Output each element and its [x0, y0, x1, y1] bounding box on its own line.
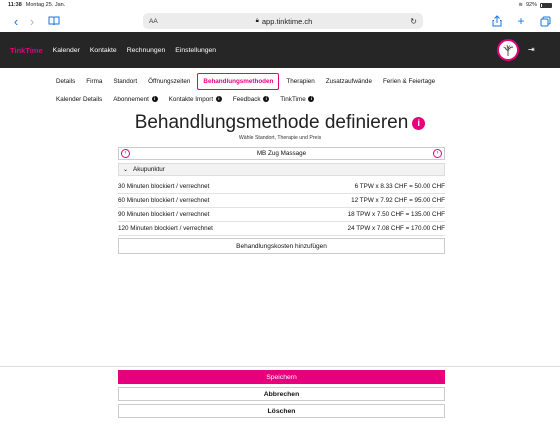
status-right: ≋ 92% — [518, 2, 552, 8]
delete-button[interactable]: Löschen — [118, 404, 445, 418]
status-date: Montag 25. Jan. — [25, 2, 66, 8]
info-icon: i — [215, 95, 222, 102]
page-title: Behandlungsmethode definieren i — [0, 112, 560, 134]
status-bar: 11:38 Montag 25. Jan. ≋ 92% — [0, 0, 560, 10]
add-treatment-cost-button[interactable]: Behandlungskosten hinzufügen — [118, 238, 445, 254]
tabs-icon[interactable] — [538, 14, 552, 28]
url-text: 🔒︎ app.tinktime.ch — [256, 17, 313, 26]
tab-firma[interactable]: Firma — [82, 75, 106, 88]
app-navbar: TinkTime Kalender Kontakte Rechnungen Ei… — [0, 32, 560, 68]
browser-actions: + — [490, 14, 552, 28]
price-row-label: 30 Minuten blockiert / verrechnet — [118, 183, 210, 190]
tab-kalender-details[interactable]: Kalender Details — [52, 93, 106, 106]
lock-icon: 🔒︎ — [255, 17, 259, 24]
tab-zusatzaufwaende[interactable]: Zusatzaufwände — [322, 75, 376, 88]
price-row-label: 60 Minuten blockiert / verrechnet — [118, 197, 210, 204]
cancel-button[interactable]: Abbrechen — [118, 387, 445, 401]
page-title-text: Behandlungsmethode definieren — [134, 112, 409, 133]
chevron-down-icon: ⌄ — [123, 167, 129, 173]
next-location-icon[interactable]: › — [433, 149, 442, 158]
nav-link-einstellungen[interactable]: Einstellungen — [175, 47, 216, 54]
settings-tabs-primary: Details Firma Standort Öffnungszeiten Be… — [0, 72, 560, 90]
category-label: Akupunktur — [133, 166, 165, 173]
price-row-label: 90 Minuten blockiert / verrechnet — [118, 211, 210, 218]
logout-icon[interactable]: ⇥ — [528, 45, 535, 54]
nav-link-kalender[interactable]: Kalender — [53, 47, 80, 54]
tree-avatar-icon[interactable] — [497, 39, 519, 61]
divider — [0, 366, 560, 367]
tab-tinktime-label: TinkTime — [280, 95, 306, 103]
chevron-right-icon[interactable]: › — [24, 13, 40, 29]
tab-details[interactable]: Details — [52, 75, 79, 88]
tab-ferien-feiertage[interactable]: Ferien & Feiertage — [379, 75, 439, 88]
wifi-icon: ≋ — [518, 2, 523, 8]
tab-kontakte-import[interactable]: Kontakte Import i — [165, 93, 226, 106]
tab-feedback[interactable]: Feedback i — [229, 93, 273, 106]
reload-icon[interactable]: ↻ — [410, 17, 417, 26]
battery-icon — [540, 2, 552, 8]
address-bar[interactable]: AA 🔒︎ app.tinktime.ch ↻ — [143, 13, 423, 29]
tab-therapien[interactable]: Therapien — [282, 75, 318, 88]
price-row[interactable]: 90 Minuten blockiert / verrechnet 18 TPW… — [118, 208, 445, 222]
tab-abonnement[interactable]: Abonnement i — [109, 93, 161, 106]
nav-link-kontakte[interactable]: Kontakte — [90, 47, 117, 54]
share-icon[interactable] — [490, 14, 504, 28]
tab-feedback-label: Feedback — [232, 95, 261, 103]
status-battery: 92% — [525, 2, 537, 8]
page-subtitle: Wähle Standort, Therapie und Preis — [238, 135, 322, 141]
book-icon[interactable] — [46, 13, 62, 29]
settings-tabs-secondary: Kalender Details Abonnement i Kontakte I… — [0, 92, 560, 106]
tab-standort[interactable]: Standort — [109, 75, 141, 88]
tab-oeffnungszeiten[interactable]: Öffnungszeiten — [144, 75, 194, 88]
tab-behandlungsmethoden[interactable]: Behandlungsmethoden — [197, 72, 280, 90]
info-icon: i — [263, 95, 270, 102]
price-row-value: 12 TPW x 7.92 CHF = 95.00 CHF — [351, 197, 445, 204]
save-button[interactable]: Speichern — [118, 370, 445, 384]
tab-kontakte-import-label: Kontakte Import — [168, 95, 214, 103]
category-header[interactable]: ⌄ Akupunktur — [118, 163, 445, 176]
price-row-value: 24 TPW x 7.08 CHF = 170.00 CHF — [347, 225, 445, 232]
price-row-label: 120 Minuten blockiert / verrechnet — [118, 225, 213, 232]
plus-icon[interactable]: + — [514, 14, 528, 28]
info-icon: i — [151, 95, 158, 102]
tab-tinktime[interactable]: TinkTime i — [276, 93, 318, 106]
price-row[interactable]: 60 Minuten blockiert / verrechnet 12 TPW… — [118, 194, 445, 208]
price-row-value: 6 TPW x 8.33 CHF = 50.00 CHF — [354, 183, 445, 190]
location-name: MB Zug Massage — [256, 150, 307, 157]
status-time: 11:38 — [8, 2, 22, 8]
price-list: 30 Minuten blockiert / verrechnet 6 TPW … — [118, 180, 445, 236]
info-icon[interactable]: i — [412, 117, 426, 130]
tab-abonnement-label: Abonnement — [113, 95, 149, 103]
nav-link-rechnungen[interactable]: Rechnungen — [127, 47, 166, 54]
brand-logo[interactable]: TinkTime — [10, 46, 43, 55]
price-row[interactable]: 120 Minuten blockiert / verrechnet 24 TP… — [118, 222, 445, 236]
location-selector: ‹ MB Zug Massage › — [118, 147, 445, 160]
info-icon: i — [308, 95, 315, 102]
price-row[interactable]: 30 Minuten blockiert / verrechnet 6 TPW … — [118, 180, 445, 194]
previous-location-icon[interactable]: ‹ — [121, 149, 130, 158]
chevron-left-icon[interactable]: ‹ — [8, 13, 24, 29]
reader-aa-button[interactable]: AA — [149, 18, 158, 25]
url-label: app.tinktime.ch — [261, 16, 313, 26]
browser-toolbar: ‹ › AA 🔒︎ app.tinktime.ch ↻ + — [0, 10, 560, 32]
price-row-value: 18 TPW x 7.50 CHF = 135.00 CHF — [347, 211, 445, 218]
